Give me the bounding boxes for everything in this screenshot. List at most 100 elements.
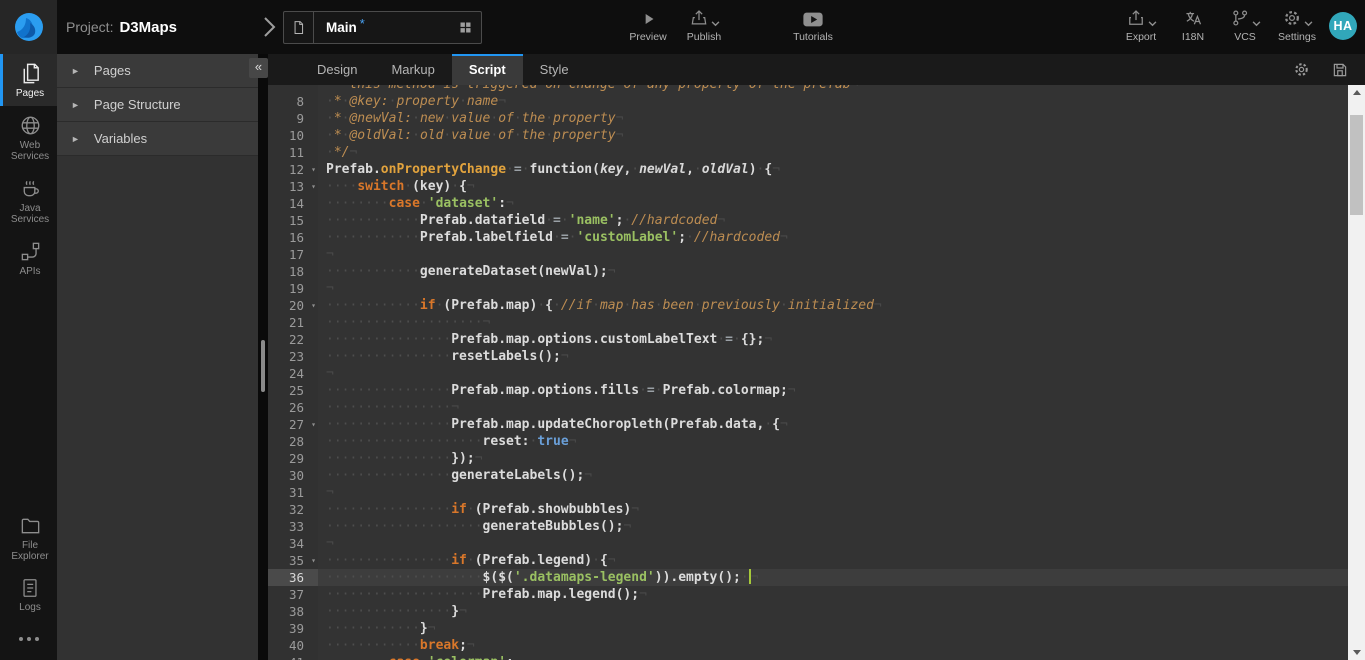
gear-icon[interactable]	[1292, 60, 1311, 79]
code-line-30[interactable]: 30················generateLabels();¬	[268, 467, 1348, 484]
code-text[interactable]: ················if·(Prefab.legend)·{¬	[318, 552, 1348, 569]
code-line-38[interactable]: 38················}¬	[268, 603, 1348, 620]
code-text[interactable]: ················});¬	[318, 450, 1348, 467]
preview-button[interactable]: Preview	[628, 6, 668, 43]
code-text[interactable]: ············generateDataset(newVal);¬	[318, 263, 1348, 280]
panel-divider[interactable]	[258, 54, 268, 660]
code-line-25[interactable]: 25················Prefab.map.options.fil…	[268, 382, 1348, 399]
code-text[interactable]: ················generateLabels();¬	[318, 467, 1348, 484]
code-text[interactable]: ·*·@newVal:·new·value·of·the·property¬	[318, 110, 1348, 127]
tab-style[interactable]: Style	[523, 54, 586, 85]
code-text[interactable]: ·*·this·method·is·triggered·on·change·of…	[318, 85, 1348, 93]
code-line-24[interactable]: 24¬	[268, 365, 1348, 382]
code-text[interactable]: ················Prefab.map.updateChoropl…	[318, 416, 1348, 433]
code-text[interactable]: ¬	[318, 365, 1348, 382]
code-text[interactable]: ·*·@oldVal:·old·value·of·the·property¬	[318, 127, 1348, 144]
code-line-39[interactable]: 39············}¬	[268, 620, 1348, 637]
code-text[interactable]: ¬	[318, 280, 1348, 297]
code-line-14[interactable]: 14········case·'dataset':¬	[268, 195, 1348, 212]
chevron-right-icon[interactable]	[260, 15, 278, 39]
code-text[interactable]: ················resetLabels();¬	[318, 348, 1348, 365]
code-line-10[interactable]: 10·*·@oldVal:·old·value·of·the·property¬	[268, 127, 1348, 144]
code-line-15[interactable]: 15············Prefab.datafield·=·'name';…	[268, 212, 1348, 229]
user-avatar[interactable]: HA	[1329, 12, 1357, 40]
code-text[interactable]: ············}¬	[318, 620, 1348, 637]
code-text[interactable]: Prefab.onPropertyChange·=·function(key,·…	[318, 161, 1348, 178]
code-text[interactable]: ·*/¬	[318, 144, 1348, 161]
sidebar-item-pages[interactable]: Pages	[0, 54, 57, 106]
sidebar-item-java-services[interactable]: Java Services	[0, 169, 57, 232]
code-line-18[interactable]: 18············generateDataset(newVal);¬	[268, 263, 1348, 280]
i18n-button[interactable]: I18N	[1173, 6, 1213, 43]
save-icon[interactable]	[1331, 61, 1349, 79]
code-line-37[interactable]: 37····················Prefab.map.legend(…	[268, 586, 1348, 603]
tab-design[interactable]: Design	[300, 54, 374, 85]
code-text[interactable]: ····················reset:·true¬	[318, 433, 1348, 450]
panel-scrollbar-thumb[interactable]	[261, 340, 265, 392]
code-line-40[interactable]: 40············break;¬	[268, 637, 1348, 654]
code-line-7[interactable]: 7·*·this·method·is·triggered·on·change·o…	[268, 85, 1348, 93]
code-text[interactable]: ¬	[318, 484, 1348, 501]
fold-arrow-icon[interactable]: ▾	[311, 552, 316, 569]
fold-arrow-icon[interactable]: ▾	[311, 416, 316, 433]
sidebar-item-apis[interactable]: APIs	[0, 232, 57, 284]
code-line-34[interactable]: 34¬	[268, 535, 1348, 552]
code-text[interactable]: ····················Prefab.map.legend();…	[318, 586, 1348, 603]
code-line-28[interactable]: 28····················reset:·true¬	[268, 433, 1348, 450]
code-text[interactable]: ················}¬	[318, 603, 1348, 620]
code-line-23[interactable]: 23················resetLabels();¬	[268, 348, 1348, 365]
code-line-27[interactable]: 27▾················Prefab.map.updateChor…	[268, 416, 1348, 433]
code-line-17[interactable]: 17¬	[268, 246, 1348, 263]
code-text[interactable]: ············Prefab.datafield·=·'name';·/…	[318, 212, 1348, 229]
tab-script[interactable]: Script	[452, 54, 523, 85]
export-button[interactable]: Export	[1121, 6, 1161, 43]
settings-button[interactable]: Settings	[1277, 6, 1317, 43]
fold-arrow-icon[interactable]: ▾	[311, 297, 316, 314]
grid-icon[interactable]	[458, 20, 473, 35]
script-editor[interactable]: 7·*·this·method·is·triggered·on·change·o…	[268, 85, 1365, 660]
fold-arrow-icon[interactable]: ▾	[311, 178, 316, 195]
code-text[interactable]: ················¬	[318, 399, 1348, 416]
code-line-31[interactable]: 31¬	[268, 484, 1348, 501]
code-text[interactable]: ········case·'dataset':¬	[318, 195, 1348, 212]
panel-section-page-structure[interactable]: ►Page Structure	[57, 88, 258, 122]
code-line-26[interactable]: 26················¬	[268, 399, 1348, 416]
tutorials-button[interactable]: Tutorials	[793, 6, 833, 43]
code-text[interactable]: ············if·(Prefab.map)·{·//if·map·h…	[318, 297, 1348, 314]
vcs-button[interactable]: VCS	[1225, 6, 1265, 43]
code-line-8[interactable]: 8·*·@key:·property·name¬	[268, 93, 1348, 110]
code-text[interactable]: ················Prefab.map.options.custo…	[318, 331, 1348, 348]
code-text[interactable]: ············Prefab.labelfield·=·'customL…	[318, 229, 1348, 246]
code-line-21[interactable]: 21····················¬	[268, 314, 1348, 331]
code-line-20[interactable]: 20▾············if·(Prefab.map)·{·//if·ma…	[268, 297, 1348, 314]
code-line-19[interactable]: 19¬	[268, 280, 1348, 297]
code-line-35[interactable]: 35▾················if·(Prefab.legend)·{¬	[268, 552, 1348, 569]
code-line-22[interactable]: 22················Prefab.map.options.cus…	[268, 331, 1348, 348]
code-line-12[interactable]: 12▾Prefab.onPropertyChange·=·function(ke…	[268, 161, 1348, 178]
code-line-13[interactable]: 13▾····switch·(key)·{¬	[268, 178, 1348, 195]
code-line-29[interactable]: 29················});¬	[268, 450, 1348, 467]
code-line-11[interactable]: 11·*/¬	[268, 144, 1348, 161]
sidebar-item-file-explorer[interactable]: File Explorer	[0, 506, 57, 569]
code-text[interactable]: ·*·@key:·property·name¬	[318, 93, 1348, 110]
code-text[interactable]: ¬	[318, 246, 1348, 263]
code-text[interactable]: ····················generateBubbles();¬	[318, 518, 1348, 535]
code-text[interactable]: ················Prefab.map.options.fills…	[318, 382, 1348, 399]
fold-arrow-icon[interactable]: ▾	[311, 161, 316, 178]
more-options-button[interactable]	[0, 620, 57, 660]
scrollbar-thumb[interactable]	[1350, 115, 1363, 215]
code-lines[interactable]: 7·*·this·method·is·triggered·on·change·o…	[268, 85, 1348, 660]
code-line-36[interactable]: 36····················$($('.datamaps-leg…	[268, 569, 1348, 586]
code-line-33[interactable]: 33····················generateBubbles();…	[268, 518, 1348, 535]
panel-collapse-button[interactable]: «	[249, 58, 268, 78]
panel-section-pages[interactable]: ►Pages	[57, 54, 258, 88]
code-text[interactable]: ········case·'colormap':¬	[318, 654, 1348, 660]
code-line-32[interactable]: 32················if·(Prefab.showbubbles…	[268, 501, 1348, 518]
publish-button[interactable]: Publish	[684, 6, 724, 43]
sidebar-item-logs[interactable]: Logs	[0, 569, 57, 620]
scrollbar-up-arrow[interactable]	[1348, 85, 1365, 100]
panel-section-variables[interactable]: ►Variables	[57, 122, 258, 156]
tab-markup[interactable]: Markup	[374, 54, 451, 85]
code-line-9[interactable]: 9·*·@newVal:·new·value·of·the·property¬	[268, 110, 1348, 127]
page-tab-main[interactable]: Main *	[283, 11, 482, 44]
